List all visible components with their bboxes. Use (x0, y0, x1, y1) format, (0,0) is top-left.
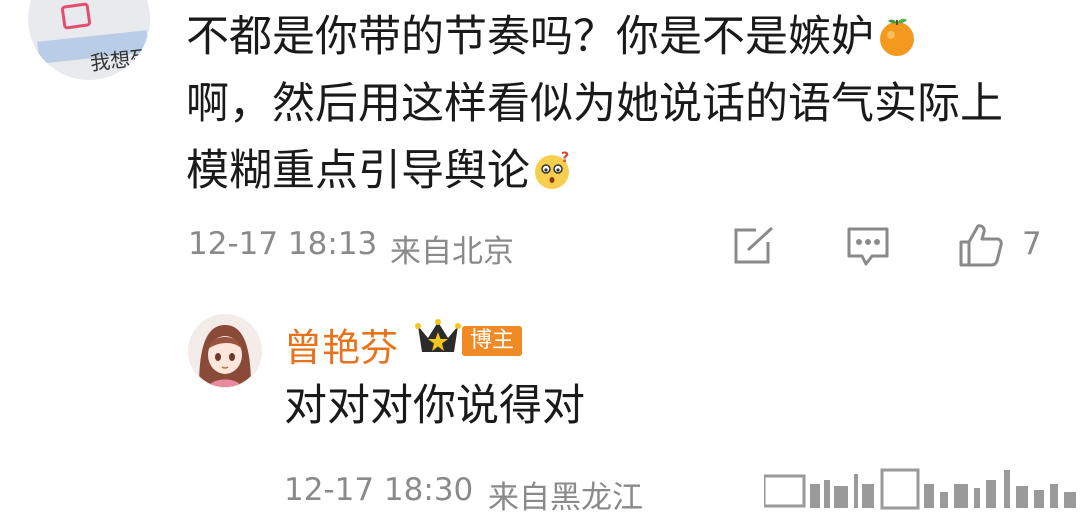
reply-location: 来自黑龙江 (488, 480, 643, 516)
comment-line-3: 模糊重点引导舆论 (186, 146, 530, 196)
reply-author-name[interactable]: 曾艳芬 (284, 317, 398, 372)
reply-timestamp: 12-17 18:30 (284, 472, 474, 508)
comment-icon[interactable] (846, 226, 890, 268)
like-count: 7 (1022, 226, 1042, 262)
reply-actions-glitched[interactable] (764, 466, 1080, 523)
avatar-sticker-shape (60, 2, 92, 30)
comment-location: 来自北京 (390, 234, 514, 270)
replier-avatar[interactable] (188, 314, 262, 388)
comment-timestamp: 12-17 18:13 (188, 226, 378, 262)
author-badge: 博主 (462, 326, 522, 356)
reply-text: 对对对你说得对 (284, 381, 585, 431)
like-icon[interactable] (958, 222, 1004, 268)
commenter-avatar[interactable]: 我想死 (28, 0, 150, 80)
crown-icon (414, 318, 462, 362)
comment-line-1: 不都是你带的节奏吗？你是不是嫉妒 (186, 12, 874, 62)
confused-face-emoji: ? (535, 150, 569, 189)
comment-line-2: 啊，然后用这样看似为她说话的语气实际上 (186, 79, 1003, 129)
share-icon[interactable] (732, 226, 776, 266)
comment-text: 不都是你带的节奏吗？你是不是嫉妒啊，然后用这样看似为她说话的语气实际上 模糊重点引… (186, 4, 1066, 205)
orange-emoji (880, 18, 914, 56)
avatar-caption: 我想死 (89, 44, 150, 76)
svg-text:?: ? (561, 150, 569, 166)
